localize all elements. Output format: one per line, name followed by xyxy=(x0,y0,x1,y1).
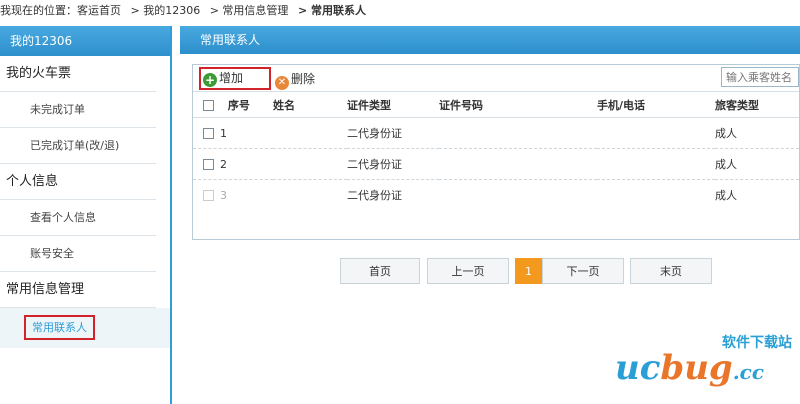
row-select-cell: 1 xyxy=(193,117,273,149)
last-page-button[interactable]: 末页 xyxy=(630,258,712,284)
row-phone xyxy=(597,117,715,149)
page-title: 常用联系人 xyxy=(180,26,800,54)
row-name xyxy=(273,148,347,180)
row-passenger-type: 成人 xyxy=(715,148,799,180)
header-name: 姓名 xyxy=(273,91,347,118)
header-id-number: 证件号码 xyxy=(439,91,597,118)
sidebar-item-contacts[interactable]: 常用联系人 xyxy=(0,308,170,348)
header-index: 序号 xyxy=(227,98,250,112)
contacts-panel: +增加 ✕删除 序号 姓名 证件类型 证件号码 手机/电话 旅客类型 xyxy=(192,64,800,240)
plus-icon: + xyxy=(203,73,217,87)
search-input[interactable] xyxy=(721,67,799,87)
breadcrumb-current: > 常用联系人 xyxy=(297,4,366,17)
close-icon: ✕ xyxy=(275,76,289,90)
row-id-number xyxy=(439,117,597,149)
contacts-table: 序号 姓名 证件类型 证件号码 手机/电话 旅客类型 1 二代身份证 成人 2 … xyxy=(193,91,799,211)
sidebar-item-contacts-label: 常用联系人 xyxy=(24,315,95,340)
current-page-button[interactable]: 1 xyxy=(515,258,542,284)
header-phone: 手机/电话 xyxy=(597,91,715,118)
row-id-number xyxy=(439,148,597,180)
row-id-type: 二代身份证 xyxy=(347,117,439,149)
row-phone xyxy=(597,148,715,180)
sidebar-item-finished-orders[interactable]: 已完成订单(改/退) xyxy=(0,128,156,164)
row-index: 2 xyxy=(220,157,227,171)
add-label: 增加 xyxy=(219,71,244,85)
watermark-logo: 软件下载站 ucbug.cc xyxy=(615,330,800,404)
row-passenger-type: 成人 xyxy=(715,117,799,149)
delete-label: 删除 xyxy=(291,72,316,86)
row-name xyxy=(273,180,347,211)
watermark-brand-a: uc xyxy=(615,348,661,388)
sidebar-item-unfinished-orders[interactable]: 未完成订单 xyxy=(0,92,156,128)
row-checkbox[interactable] xyxy=(203,127,214,139)
sidebar: 我的12306 我的火车票 未完成订单 已完成订单(改/退) 个人信息 查看个人… xyxy=(0,26,172,404)
row-id-number xyxy=(439,180,597,211)
table-row[interactable]: 3 二代身份证 成人 xyxy=(193,180,799,211)
prev-page-button[interactable]: 上一页 xyxy=(427,258,509,284)
select-all-header: 序号 xyxy=(193,91,273,118)
header-passenger-type: 旅客类型 xyxy=(715,91,799,118)
sidebar-title[interactable]: 我的12306 xyxy=(0,26,170,56)
breadcrumb: 我现在的位置：客运首页 > 我的12306 > 常用信息管理 > 常用联系人 xyxy=(0,0,800,22)
toolbar: + 增加 ✕ 删除 xyxy=(193,65,799,91)
row-id-type: 二代身份证 xyxy=(347,189,402,203)
next-page-button[interactable]: 下一页 xyxy=(542,258,624,284)
table-header-row: 序号 姓名 证件类型 证件号码 手机/电话 旅客类型 xyxy=(193,91,799,118)
watermark-brand: ucbug.cc xyxy=(615,348,764,388)
breadcrumb-info-manage[interactable]: > 常用信息管理 xyxy=(210,4,289,17)
add-button[interactable]: + 增加 xyxy=(199,67,271,90)
row-index: 3 xyxy=(220,188,227,202)
row-passenger-type: 成人 xyxy=(715,189,737,203)
row-phone xyxy=(597,180,715,211)
sidebar-group-personal[interactable]: 个人信息 xyxy=(0,164,156,200)
select-all-checkbox[interactable] xyxy=(203,99,214,111)
row-index: 1 xyxy=(220,126,227,140)
row-checkbox[interactable] xyxy=(203,189,214,201)
watermark-brand-b: bug xyxy=(660,348,733,388)
row-name xyxy=(273,117,347,149)
watermark-brand-c: .cc xyxy=(732,360,765,384)
sidebar-item-view-profile[interactable]: 查看个人信息 xyxy=(0,200,156,236)
sidebar-item-account-security[interactable]: 账号安全 xyxy=(0,236,156,272)
row-select-cell: 2 xyxy=(193,148,273,180)
row-checkbox[interactable] xyxy=(203,158,214,170)
table-row[interactable]: 1 二代身份证 成人 xyxy=(193,117,799,149)
breadcrumb-location[interactable]: 我现在的位置：客运首页 xyxy=(0,4,121,17)
table-row[interactable]: 2 二代身份证 成人 xyxy=(193,148,799,180)
first-page-button[interactable]: 首页 xyxy=(340,258,420,284)
row-id-type: 二代身份证 xyxy=(347,148,439,180)
delete-button[interactable]: ✕ 删除 xyxy=(275,69,316,90)
sidebar-group-tickets[interactable]: 我的火车票 xyxy=(0,56,156,92)
row-select-cell: 3 xyxy=(193,180,273,211)
sidebar-group-common-info[interactable]: 常用信息管理 xyxy=(0,272,156,308)
breadcrumb-my12306[interactable]: > 我的12306 xyxy=(131,4,201,17)
header-id-type: 证件类型 xyxy=(347,91,439,118)
